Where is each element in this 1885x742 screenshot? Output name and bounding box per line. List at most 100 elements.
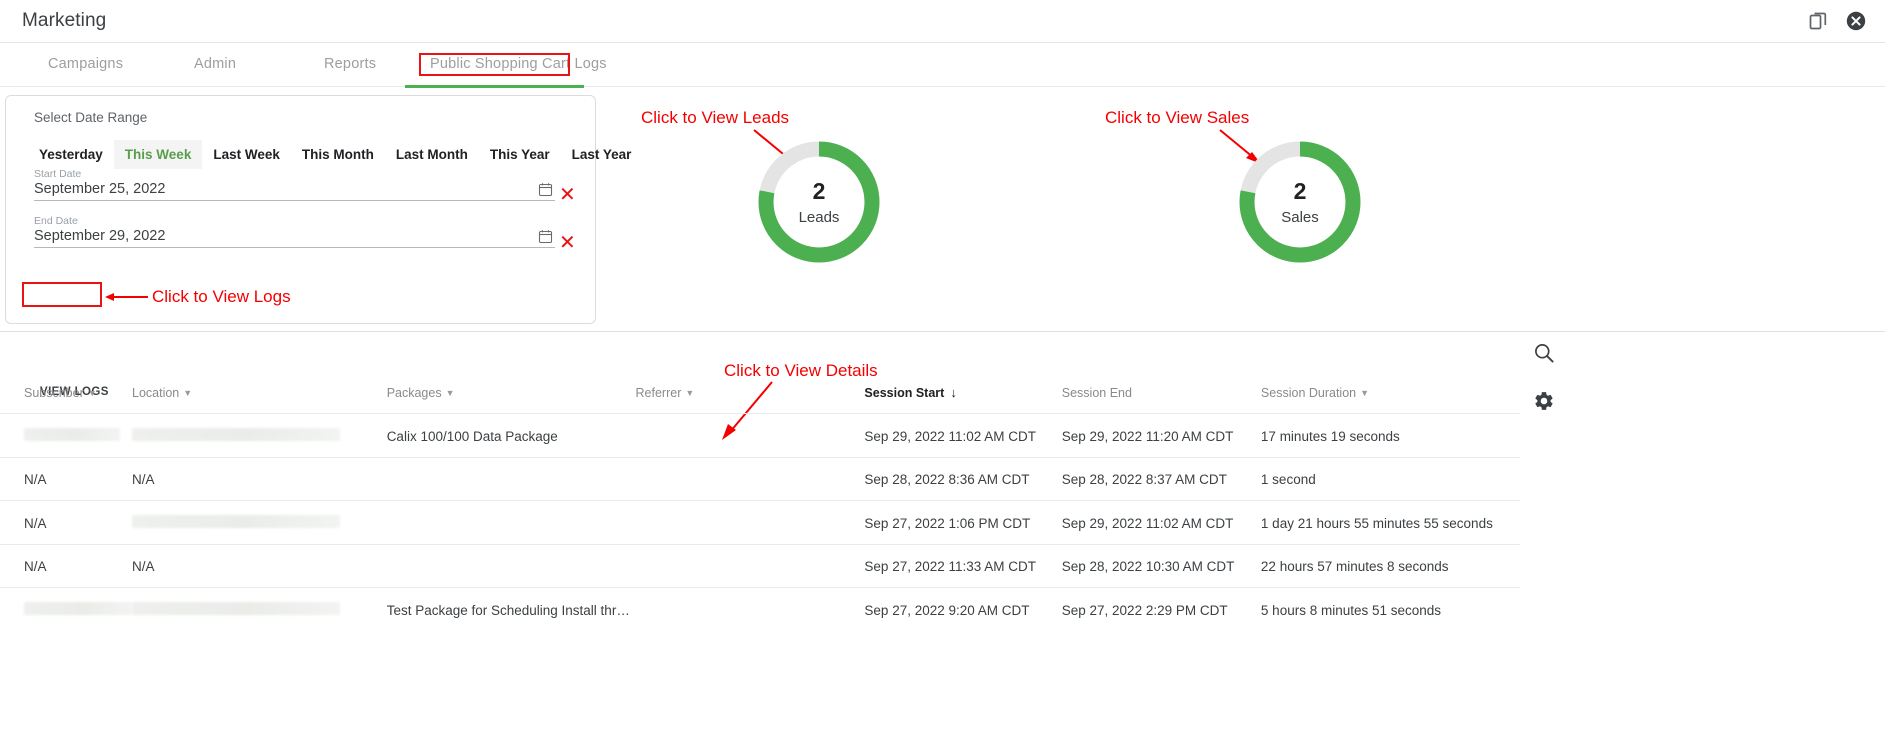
calendar-icon[interactable]: [538, 229, 553, 244]
cell-session-end: Sep 28, 2022 8:37 AM CDT: [1061, 457, 1261, 501]
cell-location: [132, 587, 387, 631]
redacted-value: [132, 428, 340, 441]
active-tab-underline: [405, 85, 584, 88]
table-row[interactable]: Calix 100/100 Data Package Sep 29, 2022 …: [0, 413, 1520, 458]
table-header: Subscriber ▼ Location ▼ Packages ▼ Referrer…: [0, 385, 1520, 414]
column-label-packages: Packages: [386, 386, 442, 400]
end-date-label: End Date: [34, 215, 78, 227]
start-date-input[interactable]: September 25, 2022: [34, 181, 538, 197]
end-date-input[interactable]: September 29, 2022: [34, 228, 538, 244]
table-row[interactable]: Test Package for Scheduling Install thr……: [0, 587, 1520, 631]
leads-donut-center: 2 Leads: [753, 136, 885, 268]
cell-packages: Test Package for Scheduling Install thr…: [386, 587, 636, 631]
clear-start-date-icon[interactable]: ✕: [559, 185, 576, 205]
end-date-field: End Date September 29, 2022: [34, 215, 555, 248]
cell-location: [132, 413, 387, 458]
preset-last-year[interactable]: Last Year: [561, 140, 643, 169]
preset-this-month[interactable]: This Month: [291, 140, 385, 169]
clear-end-date-icon[interactable]: ✕: [559, 233, 576, 253]
tab-reports[interactable]: Reports: [318, 52, 382, 76]
annotation-view-logs: Click to View Logs: [152, 287, 291, 306]
section-divider: [0, 331, 1885, 332]
column-header-location[interactable]: Location ▼: [132, 385, 387, 414]
redacted-value: [24, 428, 120, 441]
cell-session-end: Sep 28, 2022 10:30 AM CDT: [1061, 544, 1261, 588]
cell-session-duration: 22 hours 57 minutes 8 seconds: [1260, 544, 1520, 588]
tab-public-shopping-cart-logs[interactable]: Public Shopping Cart Logs: [424, 52, 613, 76]
date-range-legend: Select Date Range: [34, 110, 148, 125]
table-header-row: Subscriber ▼ Location ▼ Packages ▼ Referrer…: [0, 385, 1520, 414]
close-circle-icon[interactable]: [1845, 10, 1867, 32]
cell-session-start: Sep 28, 2022 8:36 AM CDT: [864, 457, 1062, 501]
chevron-down-icon: ▼: [685, 388, 695, 398]
annotation-view-sales: Click to View Sales: [1105, 108, 1250, 127]
sort-descending-icon: ↓: [950, 385, 957, 400]
sales-donut-center: 2 Sales: [1234, 136, 1366, 268]
cell-packages: [386, 544, 636, 588]
preset-last-month[interactable]: Last Month: [385, 140, 479, 169]
cell-subscriber: N/A: [0, 544, 132, 588]
cell-session-start: Sep 27, 2022 1:06 PM CDT: [864, 500, 1062, 545]
annotation-view-details: Click to View Details: [724, 361, 878, 380]
cell-referrer: [635, 587, 865, 631]
window-titlebar: Marketing: [0, 0, 1885, 42]
cell-session-duration: 1 second: [1260, 457, 1520, 501]
start-date-field: Start Date September 25, 2022: [34, 168, 555, 201]
cell-session-start: Sep 27, 2022 11:33 AM CDT: [864, 544, 1062, 588]
sales-donut-chart[interactable]: 2 Sales: [1234, 136, 1366, 268]
redacted-value: [132, 515, 340, 528]
cell-session-start: Sep 29, 2022 11:02 AM CDT: [864, 413, 1062, 458]
column-label-referrer: Referrer: [635, 386, 682, 400]
table-row[interactable]: N/A Sep 27, 2022 1:06 PM CDT Sep 29, 202…: [0, 500, 1520, 545]
column-header-referrer[interactable]: Referrer ▼: [636, 385, 865, 414]
redacted-value: [24, 602, 132, 615]
column-header-session-duration[interactable]: Session Duration ▼: [1261, 385, 1520, 414]
cell-referrer: [635, 544, 865, 588]
cell-session-duration: 17 minutes 19 seconds: [1260, 413, 1520, 458]
calendar-icon[interactable]: [538, 182, 553, 197]
gear-icon[interactable]: [1533, 390, 1555, 417]
date-preset-group: Yesterday This Week Last Week This Month…: [28, 140, 642, 169]
preset-last-week[interactable]: Last Week: [202, 140, 291, 169]
leads-donut-chart[interactable]: 2 Leads: [753, 136, 885, 268]
search-icon[interactable]: [1533, 342, 1555, 369]
table-row[interactable]: N/A N/A Sep 28, 2022 8:36 AM CDT Sep 28,…: [0, 457, 1520, 501]
shopping-cart-logs-table: Subscriber ▼ Location ▼ Packages ▼ Referrer…: [0, 385, 1520, 631]
sales-value: 2: [1293, 178, 1307, 205]
cell-subscriber: [0, 413, 132, 458]
restore-window-icon[interactable]: [1807, 10, 1829, 32]
column-label-subscriber: Subscriber: [24, 386, 84, 400]
leads-value: 2: [812, 178, 826, 205]
annotation-view-leads: Click to View Leads: [641, 108, 790, 127]
cell-packages: [386, 457, 636, 501]
chevron-down-icon: ▼: [183, 388, 193, 398]
sales-label: Sales: [1281, 208, 1319, 226]
table-row[interactable]: N/A N/A Sep 27, 2022 11:33 AM CDT Sep 28…: [0, 544, 1520, 588]
column-label-location: Location: [132, 386, 180, 400]
table-body: Calix 100/100 Data Package Sep 29, 2022 …: [0, 413, 1520, 631]
preset-yesterday[interactable]: Yesterday: [28, 140, 114, 169]
preset-this-week[interactable]: This Week: [113, 140, 203, 169]
column-header-packages[interactable]: Packages ▼: [387, 385, 636, 414]
tab-admin[interactable]: Admin: [188, 52, 242, 76]
cell-session-duration: 5 hours 8 minutes 51 seconds: [1260, 587, 1520, 631]
column-header-session-end[interactable]: Session End: [1062, 385, 1261, 414]
cell-session-start: Sep 27, 2022 9:20 AM CDT: [864, 587, 1062, 631]
tab-campaigns[interactable]: Campaigns: [42, 52, 129, 76]
chevron-down-icon: ▼: [445, 388, 455, 398]
tab-bar: Campaigns Admin Reports Public Shopping …: [0, 42, 1885, 87]
cell-session-end: Sep 29, 2022 11:20 AM CDT: [1061, 413, 1261, 458]
column-header-session-start[interactable]: Session Start ↓: [864, 385, 1061, 414]
marketing-app-window: Marketing Campaigns Admin Reports Public…: [0, 0, 1885, 742]
column-header-subscriber[interactable]: Subscriber ▼: [0, 385, 132, 414]
window-controls: [1807, 10, 1867, 32]
chevron-down-icon: ▼: [1360, 388, 1370, 398]
cell-packages: [386, 500, 636, 545]
cell-referrer: [635, 457, 865, 501]
date-range-card: Select Date Range Yesterday This Week La…: [5, 95, 631, 404]
preset-this-year[interactable]: This Year: [479, 140, 561, 169]
chevron-down-icon: ▼: [87, 388, 97, 398]
cell-subscriber: [0, 587, 132, 631]
cell-session-duration: 1 day 21 hours 55 minutes 55 seconds: [1260, 500, 1520, 545]
cell-subscriber: N/A: [0, 500, 132, 545]
